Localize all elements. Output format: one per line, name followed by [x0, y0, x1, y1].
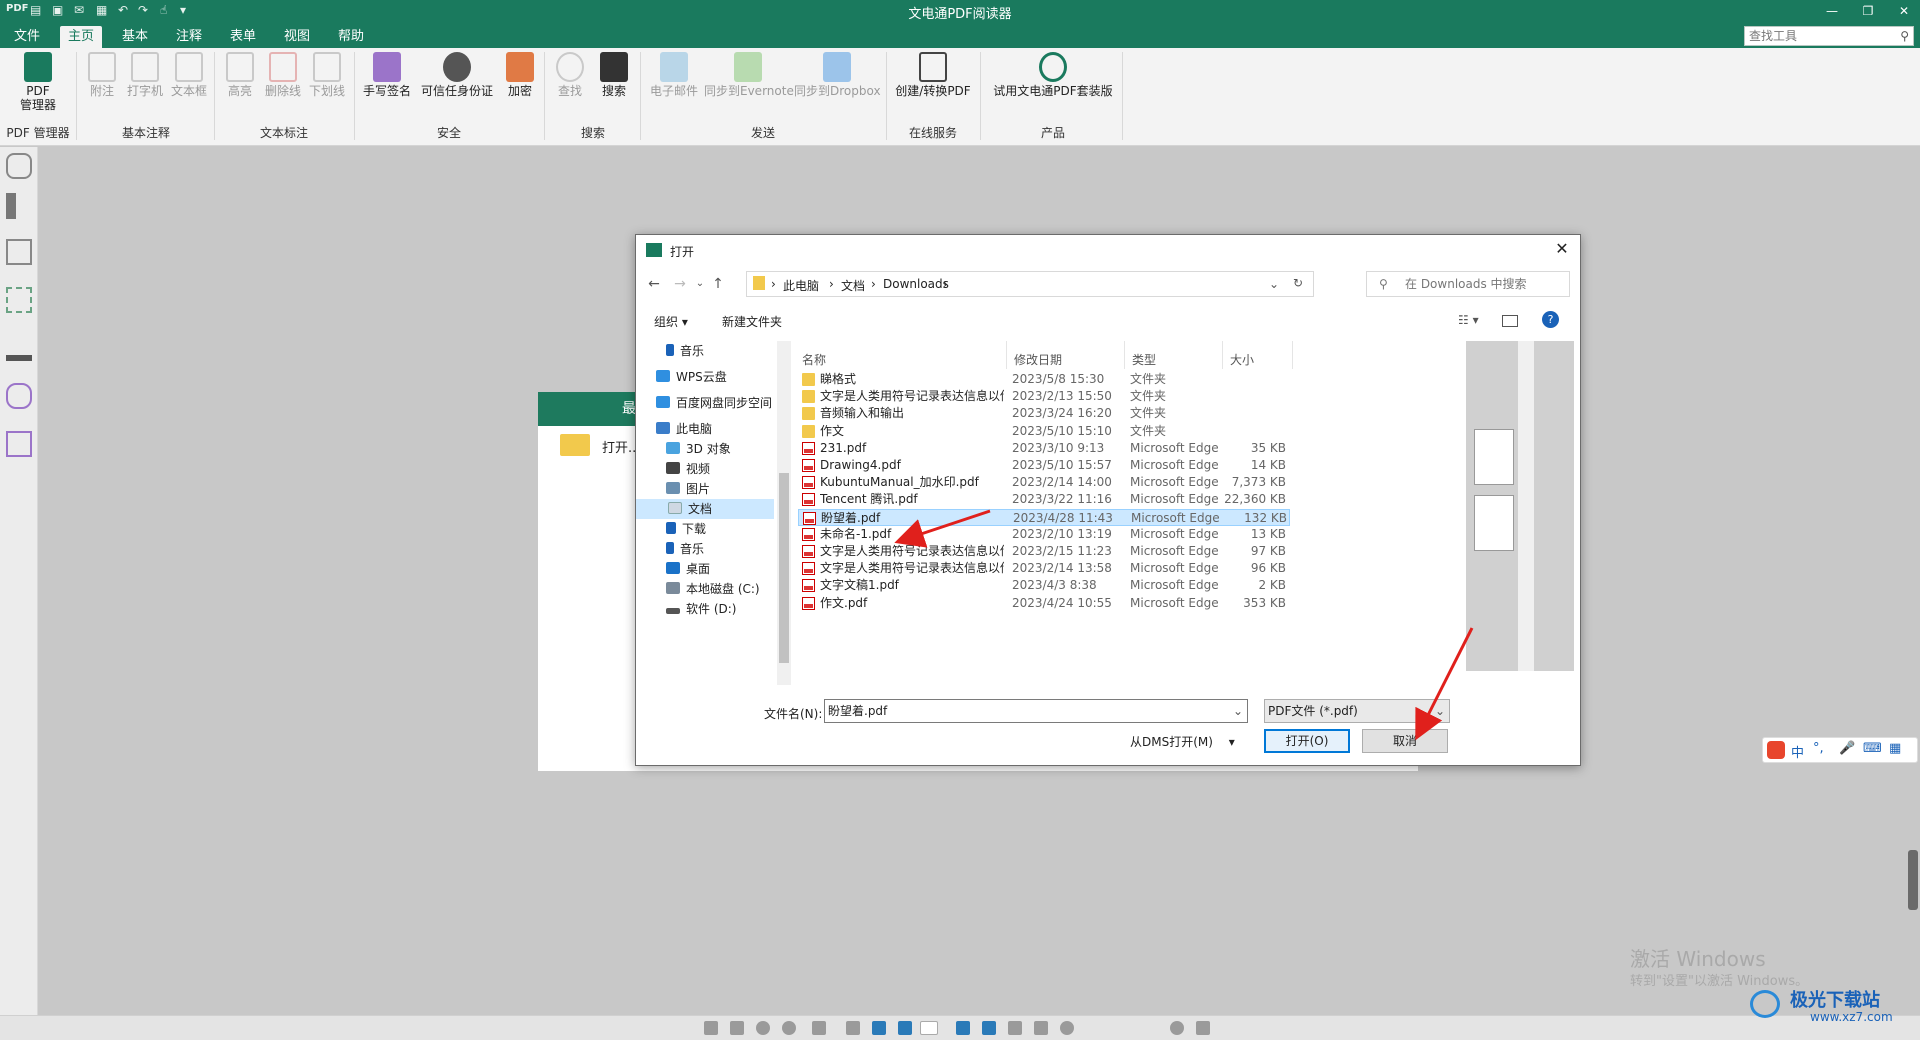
fit-page-icon[interactable] — [704, 1021, 718, 1035]
zoom-out-icon[interactable] — [1060, 1021, 1074, 1035]
arrow-to-selected-file — [894, 509, 991, 548]
site-url: www.xz7.com — [1810, 1010, 1893, 1024]
rotate-left-icon[interactable] — [756, 1021, 770, 1035]
sogou-logo-icon — [1767, 741, 1785, 759]
next-view-icon[interactable] — [1034, 1021, 1048, 1035]
keyboard-icon[interactable]: ⌨ — [1863, 741, 1882, 756]
layout-icon[interactable] — [812, 1021, 826, 1035]
fullscreen-icon[interactable] — [1196, 1021, 1210, 1035]
site-logo-icon — [1750, 990, 1780, 1018]
first-page-icon[interactable] — [872, 1021, 886, 1035]
last-page-icon[interactable] — [982, 1021, 996, 1035]
activation-watermark-sub: 转到"设置"以激活 Windows。 — [1630, 974, 1809, 989]
ime-toolbar[interactable]: 中 °, 🎤 ⌨ ▦ — [1762, 737, 1918, 763]
next-page-icon[interactable] — [956, 1021, 970, 1035]
annotation-arrows — [894, 509, 1474, 741]
page-number-input[interactable] — [920, 1021, 938, 1035]
microphone-icon[interactable]: 🎤 — [1839, 741, 1855, 756]
status-bar — [0, 1015, 1920, 1040]
arrow-to-open-button — [1415, 627, 1474, 741]
rotate-right-icon[interactable] — [782, 1021, 796, 1035]
prev-view-icon[interactable] — [1008, 1021, 1022, 1035]
side-handle[interactable] — [1908, 850, 1918, 910]
site-logo-text: 极光下载站 — [1790, 990, 1880, 1011]
fit-width-icon[interactable] — [730, 1021, 744, 1035]
grid-menu-icon[interactable]: ▦ — [1889, 741, 1901, 756]
prev-page-icon[interactable] — [898, 1021, 912, 1035]
activation-watermark: 激活 Windows — [1630, 947, 1766, 971]
crop-icon[interactable] — [846, 1021, 860, 1035]
ime-mode-label[interactable]: 中 — [1791, 742, 1804, 761]
zoom-in-icon[interactable] — [1170, 1021, 1184, 1035]
punctuation-icon[interactable]: °, — [1813, 741, 1824, 756]
